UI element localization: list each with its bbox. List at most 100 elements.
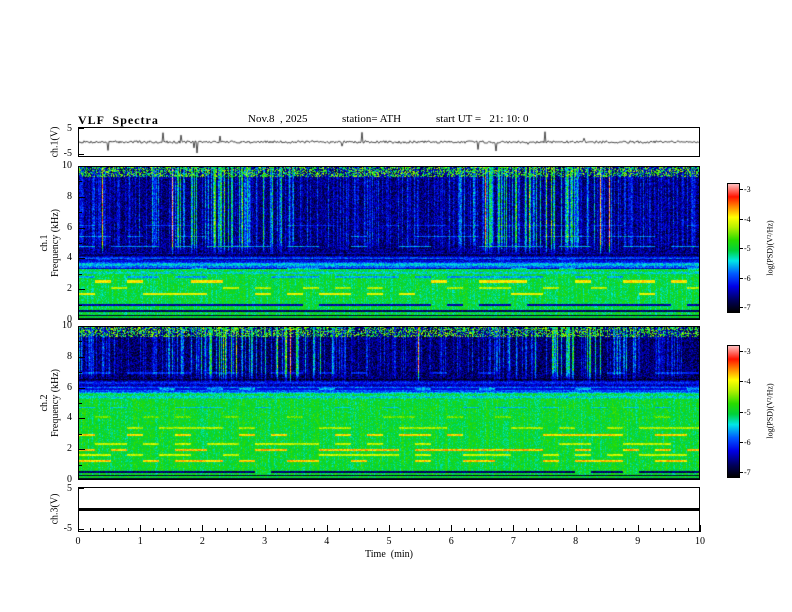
x-minor-tick-mark (115, 528, 117, 532)
colorbar-tick-label: -3 (744, 185, 751, 194)
colorbar-tick-mark (740, 189, 743, 190)
y-tick-mark (79, 154, 84, 155)
y-minor-tick-mark (79, 341, 82, 343)
ch1-waveform-canvas (79, 128, 699, 156)
ch1-waveform-panel (78, 127, 700, 157)
colorbar-tick-mark (740, 381, 743, 383)
x-minor-tick-mark (538, 528, 540, 532)
x-minor-tick-mark (314, 528, 316, 532)
x-minor-tick-mark (500, 528, 502, 532)
y-tick-label: 5 (67, 483, 72, 494)
x-minor-tick-mark (426, 528, 428, 532)
y-tick-label: 8 (67, 190, 72, 202)
x-tick-label: 1 (137, 536, 143, 547)
x-minor-tick-mark (339, 528, 341, 532)
y-tick-label: 5 (67, 123, 72, 134)
y-tick-mark (79, 449, 85, 451)
y-tick-mark (79, 289, 85, 291)
colorbar-2 (727, 345, 740, 478)
y-tick-mark (79, 196, 85, 198)
y-tick-label: -5 (63, 148, 72, 159)
x-tick-mark (264, 525, 266, 532)
x-minor-tick-mark (165, 528, 167, 532)
colorbar-tick-mark (740, 441, 743, 443)
figure-title: VLF Spectra (78, 113, 159, 127)
ch3-wave-ylabel-text: ch.3(V) (49, 493, 61, 525)
x-minor-tick-mark (438, 528, 440, 532)
y-tick-label: 6 (67, 381, 72, 393)
ch2-spec-ylabel: ch.2 Frequency (kHz) (39, 369, 61, 437)
y-tick-label: 2 (67, 283, 72, 295)
y-tick-label: 2 (67, 443, 72, 455)
colorbar-tick-label: -4 (744, 214, 751, 224)
y-tick-label: 4 (67, 412, 72, 424)
ch1-spec-ylabel-line1: ch.1 (39, 234, 50, 252)
x-tick-mark (513, 525, 515, 532)
colorbar-tick-label: -7 (744, 303, 751, 312)
ch2-spectrogram-canvas (79, 327, 699, 479)
colorbar-tick-mark (740, 307, 743, 308)
y-tick-mark (79, 258, 85, 260)
x-tick-mark (326, 525, 328, 532)
x-tick-mark (575, 525, 577, 532)
y-tick-mark (79, 356, 85, 358)
colorbar-tick-mark (740, 411, 743, 413)
colorbar-tick-label: -4 (744, 377, 751, 387)
y-minor-tick-mark (79, 403, 82, 404)
y-minor-tick-mark (79, 433, 82, 435)
x-minor-tick-mark (401, 528, 403, 532)
x-axis-title: Time (min) (365, 549, 413, 560)
x-minor-tick-mark (239, 528, 241, 532)
x-minor-tick-mark (227, 528, 229, 532)
y-minor-tick-mark (79, 372, 82, 374)
x-minor-tick-mark (277, 528, 279, 532)
x-minor-tick-mark (351, 528, 353, 532)
x-tick-label: 3 (262, 536, 268, 547)
x-tick-mark (637, 525, 639, 532)
ch1-spec-ylabel: ch.1 Frequency (kHz) (39, 209, 61, 277)
x-tick-mark (700, 525, 701, 532)
x-minor-tick-mark (687, 528, 689, 532)
x-minor-tick-mark (463, 528, 465, 532)
x-minor-tick-mark (675, 528, 677, 532)
x-minor-tick-mark (152, 528, 154, 532)
ch2-spec-ylabel-line1: ch.2 (39, 394, 50, 412)
colorbar-2-label: log(PSD)(V²/Hz) (765, 383, 776, 438)
ch1-spectrogram-panel (78, 166, 700, 320)
colorbar-tick-mark (740, 248, 743, 249)
vlf-spectra-figure: VLF Spectra Nov.8 , 2025 station= ATH st… (0, 0, 792, 612)
y-minor-tick-mark (79, 304, 82, 306)
y-tick-mark (79, 529, 84, 530)
ch3-wave-ylabel: ch.3(V) (50, 494, 61, 525)
colorbar-tick-label: -3 (744, 347, 751, 356)
y-tick-label: 6 (67, 221, 72, 233)
y-tick-label: 4 (67, 252, 72, 264)
colorbar-tick-label: -6 (744, 437, 751, 447)
x-minor-tick-mark (289, 528, 291, 532)
start-ut-label: start UT = 21: 10: 0 (436, 113, 529, 125)
x-minor-tick-mark (90, 528, 92, 532)
x-tick-mark (202, 525, 204, 532)
colorbar-tick-label: -6 (744, 273, 751, 283)
colorbar-tick-mark (740, 472, 743, 473)
x-minor-tick-mark (563, 528, 565, 532)
y-tick-mark (79, 128, 84, 129)
x-minor-tick-mark (189, 528, 191, 532)
x-minor-tick-mark (364, 528, 366, 532)
colorbar-tick-mark (740, 351, 743, 352)
y-tick-mark (79, 326, 85, 327)
ch1-spec-ylabel-line2: Frequency (kHz) (50, 208, 61, 278)
x-minor-tick-mark (488, 528, 490, 532)
colorbar-1-label-text: log(PSD)(V²/Hz) (765, 220, 775, 276)
x-tick-label: 2 (199, 536, 205, 547)
x-minor-tick-mark (413, 528, 415, 532)
y-tick-label: 10 (62, 320, 72, 331)
x-minor-tick-mark (525, 528, 527, 532)
colorbar-tick-label: -5 (744, 244, 751, 253)
colorbar-tick-mark (740, 218, 743, 220)
station-label: station= ATH (342, 113, 402, 125)
x-tick-mark (389, 525, 390, 532)
y-tick-mark (79, 227, 85, 229)
y-tick-mark (79, 319, 85, 320)
x-tick-label: 5 (386, 536, 392, 547)
